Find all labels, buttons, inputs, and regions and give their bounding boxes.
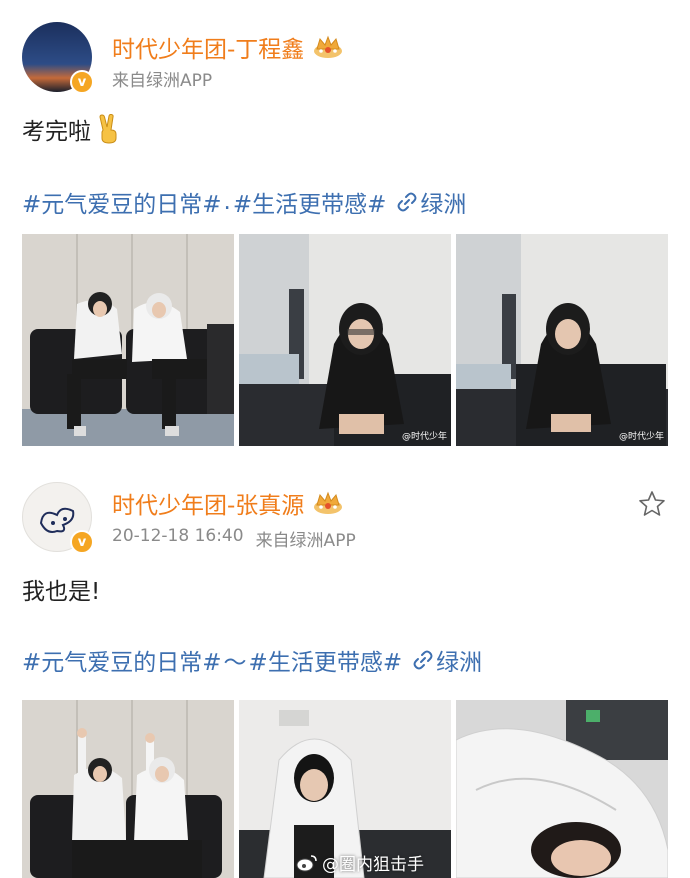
- post-photo[interactable]: @时代少年: [456, 234, 668, 446]
- post-photo[interactable]: [22, 700, 234, 878]
- post-timestamp: 20-12-18 16:40: [112, 526, 244, 546]
- post-card: v 时代少年团-丁程鑫 来自绿洲APP 考完啦 #元气爱豆的日常# . #生活更…: [0, 0, 690, 460]
- post-photo[interactable]: @时代少年: [239, 234, 451, 446]
- crown-icon: [314, 491, 343, 514]
- victory-hand-icon: [99, 114, 117, 144]
- weibo-watermark: @圈内狙击手: [296, 850, 424, 875]
- post-source: 来自绿洲APP: [112, 71, 213, 91]
- verified-icon: v: [70, 70, 94, 94]
- post-meta: 20-12-18 16:40 来自绿洲APP: [112, 526, 356, 551]
- username-label: 时代少年团-张真源: [112, 493, 305, 519]
- hashtag-link[interactable]: #生活更带感#: [249, 643, 403, 677]
- link-icon: [397, 192, 417, 212]
- hashtag-line: #元气爱豆的日常# ～ #生活更带感# 绿洲: [22, 643, 482, 677]
- tag-separator: ～: [223, 650, 247, 676]
- post-body: 我也是!: [22, 572, 100, 606]
- username[interactable]: 时代少年团-张真源: [112, 486, 344, 520]
- hashtag-link[interactable]: #元气爱豆的日常#: [22, 185, 222, 219]
- location-link[interactable]: 绿洲: [420, 185, 466, 219]
- hashtag-line: #元气爱豆的日常# . #生活更带感# 绿洲: [22, 185, 466, 219]
- avatar[interactable]: v: [22, 22, 94, 94]
- hashtag-link[interactable]: #生活更带感#: [233, 185, 387, 219]
- username-label: 时代少年团-丁程鑫: [112, 37, 305, 63]
- avatar[interactable]: v: [22, 482, 94, 554]
- link-icon: [413, 650, 433, 670]
- photo-watermark: @时代少年: [618, 432, 664, 442]
- location-link[interactable]: 绿洲: [436, 643, 482, 677]
- watermark-text: @圈内狙击手: [322, 855, 424, 875]
- post-body-text: 考完啦: [22, 119, 91, 145]
- tag-separator: .: [223, 189, 231, 215]
- photo-watermark: @时代少年: [401, 432, 447, 442]
- post-card: v 时代少年团-张真源 20-12-18 16:40 来自绿洲APP 我也是! …: [0, 460, 690, 878]
- star-icon[interactable]: [638, 490, 666, 518]
- post-source: 来自绿洲APP: [255, 531, 356, 551]
- username[interactable]: 时代少年团-丁程鑫: [112, 30, 344, 64]
- crown-icon: [314, 35, 343, 58]
- weibo-icon: [296, 854, 317, 871]
- post-photo[interactable]: [456, 700, 668, 878]
- post-body-text: 我也是!: [22, 579, 101, 605]
- post-body: 考完啦: [22, 112, 123, 146]
- hashtag-link[interactable]: #元气爱豆的日常#: [22, 643, 222, 677]
- post-photo[interactable]: [22, 234, 234, 446]
- verified-icon: v: [70, 530, 94, 554]
